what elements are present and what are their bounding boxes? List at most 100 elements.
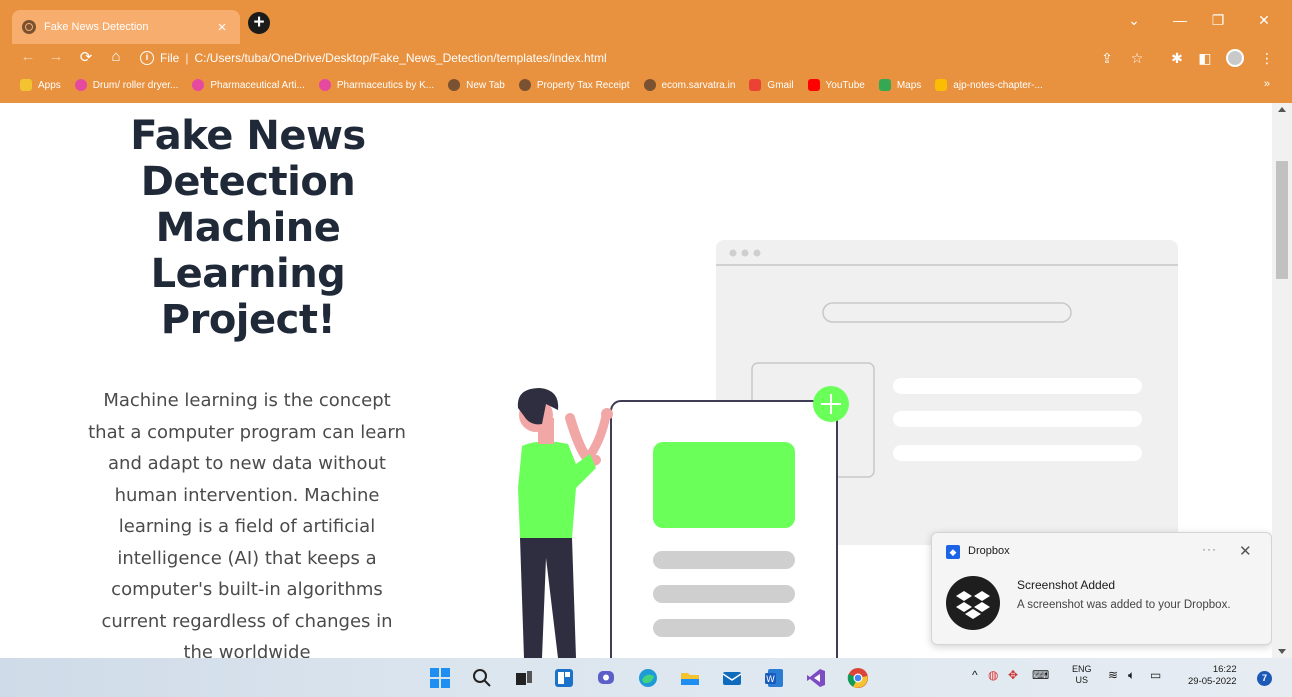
url-text[interactable]: C:/Users/tuba/OneDrive/Desktop/Fake_News… [194, 51, 606, 65]
tab-title: Fake News Detection [44, 21, 149, 33]
start-windows-icon[interactable] [428, 666, 452, 690]
language-code: ENG [1072, 664, 1092, 674]
widgets-icon[interactable] [552, 666, 576, 690]
restore-button[interactable]: ❐ [1208, 12, 1228, 29]
bookmark-item[interactable]: Maps [878, 79, 922, 91]
profile-avatar[interactable] [1226, 49, 1244, 67]
bookmark-item[interactable]: YouTube [807, 79, 865, 91]
dropbox-logo-icon [946, 576, 1000, 630]
svg-text:W: W [766, 675, 775, 685]
home-button[interactable]: ⌂ [106, 48, 126, 65]
toolbar: ← → ⟳ ⌂ i File | C:/Users/tuba/OneDrive/… [0, 44, 1292, 72]
globe-icon [518, 79, 531, 91]
globe-icon [22, 20, 36, 34]
bookmark-label: ajp-notes-chapter-... [953, 79, 1043, 91]
gmail-icon [749, 79, 762, 91]
bookmark-item[interactable]: New Tab [448, 79, 505, 91]
colorful-drop-icon [74, 79, 87, 91]
maps-icon [878, 79, 891, 91]
url-separator: | [185, 51, 189, 65]
colorful-drop-icon [318, 79, 331, 91]
taskbar: W ^ ◍ ✥ ⌨ ENG US ≋ 🔈︎ ▭ 16:22 29-05-2022… [0, 658, 1292, 697]
new-tab-button[interactable]: + [248, 12, 270, 34]
network-error-icon[interactable]: ◍ [988, 668, 998, 682]
extensions-puzzle-icon[interactable]: ✱ [1168, 50, 1186, 67]
tab-active[interactable]: Fake News Detection × [12, 10, 240, 44]
back-button[interactable]: ← [18, 48, 38, 65]
person-figure [517, 388, 613, 658]
bookmark-label: Pharmaceutical Arti... [210, 79, 305, 91]
bookmark-item[interactable]: Pharmaceutics by K... [318, 79, 435, 91]
menu-kebab-icon[interactable]: ⋮ [1258, 50, 1276, 67]
close-window-button[interactable]: ✕ [1254, 12, 1274, 29]
battery-icon[interactable]: ▭ [1150, 668, 1161, 682]
edge-browser-icon[interactable] [636, 666, 660, 690]
globe-icon [448, 79, 461, 91]
bookmark-star-icon[interactable]: ☆ [1128, 50, 1146, 67]
share-icon[interactable]: ⇪ [1098, 50, 1116, 67]
clock-date: 29-05-2022 [1188, 676, 1237, 687]
bookmark-item[interactable]: ecom.sarvatra.in [643, 79, 736, 91]
bookmark-item[interactable]: Drum/ roller dryer... [74, 79, 179, 91]
drive-icon [935, 79, 948, 91]
forward-button[interactable]: → [46, 48, 66, 65]
bookmark-label: Pharmaceutics by K... [336, 79, 435, 91]
dropbox-notification[interactable]: ◆ Dropbox ··· ✕ Screenshot Added A scree… [931, 532, 1272, 645]
bookmark-label: Gmail [767, 79, 794, 91]
more-bookmarks-button[interactable]: » [1264, 78, 1270, 90]
bookmark-item[interactable]: Pharmaceutical Arti... [192, 79, 305, 91]
language-indicator[interactable]: ENG US [1072, 664, 1092, 686]
browser-chrome: Fake News Detection × + ⌄ — ❐ ✕ ← → ⟳ ⌂ … [0, 0, 1292, 103]
bookmark-item[interactable]: Property Tax Receipt [518, 79, 630, 91]
show-hidden-icons-chevron-icon[interactable]: ^ [972, 668, 978, 682]
bookmarks-bar: Apps Drum/ roller dryer... Pharmaceutical … [0, 72, 1292, 98]
notification-body: A screenshot was added to your Dropbox. [1017, 599, 1231, 611]
apps-icon [20, 79, 32, 91]
mail-icon[interactable] [720, 666, 744, 690]
visual-studio-icon[interactable] [804, 666, 828, 690]
scroll-down-arrow-icon[interactable] [1278, 649, 1286, 654]
info-icon[interactable]: i [140, 51, 154, 65]
chrome-icon[interactable] [846, 666, 870, 690]
vertical-scrollbar[interactable] [1272, 103, 1292, 658]
clock[interactable]: 16:22 29-05-2022 [1188, 664, 1237, 688]
notification-title: Screenshot Added [1017, 578, 1116, 592]
keyboard-icon[interactable]: ⌨ [1032, 668, 1049, 682]
bookmark-item[interactable]: Apps [20, 79, 61, 91]
globe-icon [643, 79, 656, 91]
scroll-thumb[interactable] [1276, 161, 1288, 279]
bookmark-item[interactable]: Gmail [749, 79, 794, 91]
dropbox-icon: ◆ [946, 545, 960, 559]
bookmark-item[interactable]: ajp-notes-chapter-... [935, 79, 1043, 91]
search-icon[interactable] [470, 666, 494, 690]
tab-search-chevron-icon[interactable]: ⌄ [1124, 12, 1144, 29]
file-explorer-icon[interactable] [678, 666, 702, 690]
bookmark-label: ecom.sarvatra.in [661, 79, 736, 91]
page-description: Machine learning is the concept that a c… [88, 390, 406, 658]
teams-chat-icon[interactable] [594, 666, 618, 690]
bookmark-label: Maps [896, 79, 922, 91]
dropbox-tray-icon[interactable]: ✥ [1008, 668, 1018, 682]
minimize-button[interactable]: — [1170, 12, 1190, 28]
bookmark-label: Property Tax Receipt [536, 79, 630, 91]
task-view-icon[interactable] [512, 666, 536, 690]
plus-badge-icon [813, 386, 849, 422]
bookmark-label: Apps [38, 79, 61, 91]
volume-icon[interactable]: 🔈︎ [1128, 668, 1135, 683]
notification-app-name: Dropbox [968, 545, 1010, 557]
bookmark-label: Drum/ roller dryer... [92, 79, 179, 91]
wifi-icon[interactable]: ≋ [1108, 668, 1118, 682]
page-content: Fake News Detection Machine Learning Pro… [0, 103, 1272, 658]
bookmark-label: New Tab [466, 79, 505, 91]
close-notification-icon[interactable]: ✕ [1239, 542, 1252, 560]
close-tab-icon[interactable]: × [214, 19, 230, 36]
notification-badge[interactable]: 7 [1257, 671, 1272, 686]
keyboard-layout: US [1075, 675, 1089, 685]
address-bar[interactable]: i File | C:/Users/tuba/OneDrive/Desktop/… [140, 46, 1160, 70]
illustration-card [610, 400, 838, 658]
scroll-up-arrow-icon[interactable] [1278, 107, 1286, 112]
side-panel-icon[interactable]: ◧ [1196, 50, 1214, 67]
more-options-icon[interactable]: ··· [1202, 542, 1217, 556]
reload-button[interactable]: ⟳ [76, 48, 96, 66]
word-icon[interactable]: W [762, 666, 786, 690]
